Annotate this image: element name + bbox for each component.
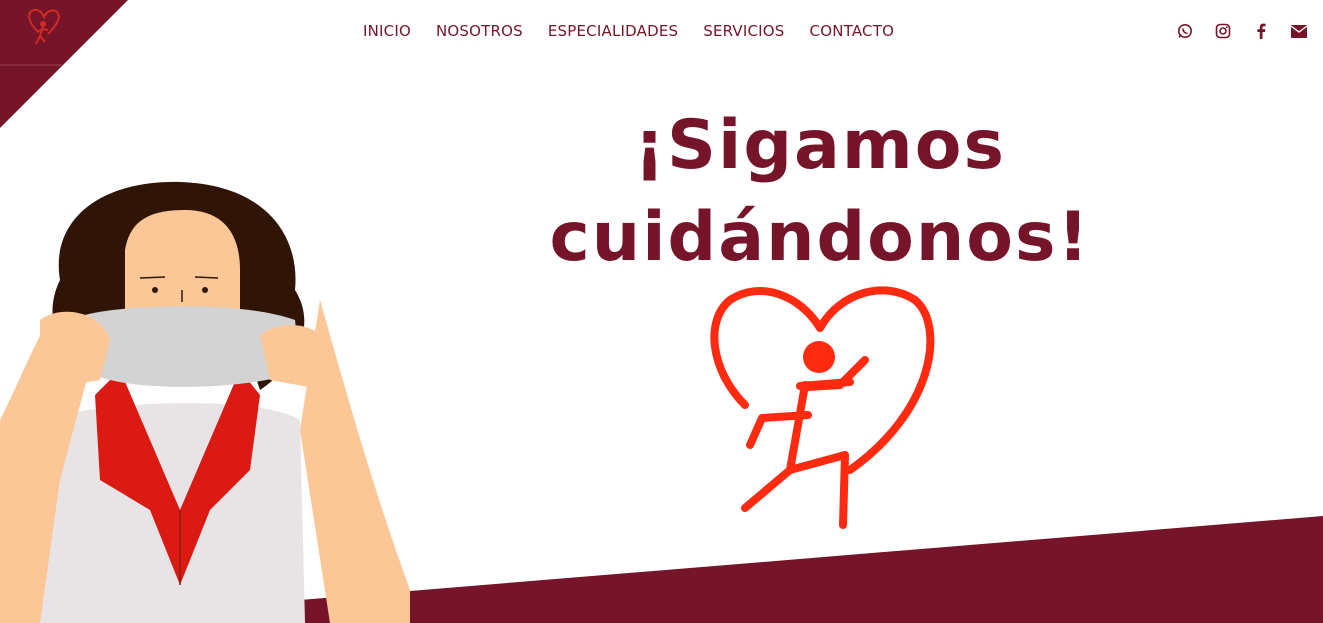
nav-nosotros[interactable]: NOSOTROS [436,22,523,40]
heart-runner-logo [710,286,935,529]
social-links [1177,22,1307,40]
nav-inicio[interactable]: INICIO [363,22,411,40]
main-nav: INICIO NOSOTROS ESPECIALIDADES SERVICIOS… [363,22,894,40]
envelope-icon[interactable] [1291,22,1307,40]
nav-contacto[interactable]: CONTACTO [810,22,895,40]
instagram-icon[interactable] [1215,22,1231,40]
whatsapp-icon[interactable] [1177,22,1193,40]
nav-servicios[interactable]: SERVICIOS [703,22,784,40]
hero-title: ¡Sigamos cuidándonos! [549,106,1091,277]
woman-mask-illustration [0,181,410,623]
facebook-icon[interactable] [1253,22,1269,40]
nav-especialidades[interactable]: ESPECIALIDADES [548,22,678,40]
logo-corner[interactable] [0,0,130,130]
